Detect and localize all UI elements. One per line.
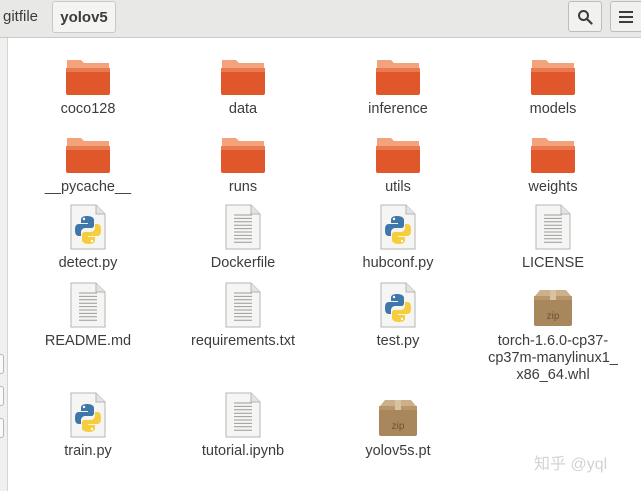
file-item[interactable]: data bbox=[173, 48, 313, 118]
file-name-label: LICENSE bbox=[521, 255, 585, 271]
folder-icon bbox=[531, 138, 575, 173]
hamburger-menu-icon bbox=[619, 10, 633, 23]
file-item[interactable]: hubconf.py bbox=[328, 202, 468, 272]
folder-icon bbox=[531, 60, 575, 95]
file-icon bbox=[62, 280, 114, 328]
folder-icon bbox=[66, 138, 110, 173]
sidebar[interactable] bbox=[0, 38, 8, 491]
file-name-label: hubconf.py bbox=[362, 255, 434, 271]
zip-archive-icon: zip bbox=[534, 290, 572, 326]
file-icon bbox=[372, 202, 424, 250]
folder-icon bbox=[66, 60, 110, 95]
file-name-label: __pycache__ bbox=[44, 179, 132, 195]
file-name-label: runs bbox=[228, 179, 258, 195]
file-item[interactable]: __pycache__ bbox=[18, 126, 158, 196]
folder-icon bbox=[376, 138, 420, 173]
file-name-line: torch-1.6.0-cp37- bbox=[497, 333, 609, 349]
file-item[interactable]: train.py bbox=[18, 390, 158, 460]
file-item[interactable]: test.py bbox=[328, 280, 468, 350]
search-icon bbox=[578, 9, 593, 25]
file-item[interactable]: inference bbox=[328, 48, 468, 118]
text-file-icon bbox=[535, 204, 571, 250]
svg-text:zip: zip bbox=[392, 421, 405, 432]
breadcrumb-current[interactable]: yolov5 bbox=[52, 1, 116, 33]
file-name-label: tutorial.ipynb bbox=[201, 443, 285, 459]
text-file-icon bbox=[70, 282, 106, 328]
file-item[interactable]: LICENSE bbox=[483, 202, 623, 272]
file-item[interactable]: detect.py bbox=[18, 202, 158, 272]
file-icon bbox=[217, 390, 269, 438]
file-name-label: Dockerfile bbox=[210, 255, 276, 271]
folder-icon bbox=[221, 138, 265, 173]
python-file-icon bbox=[380, 282, 416, 328]
file-icon bbox=[62, 48, 114, 96]
file-name-label: coco128 bbox=[60, 101, 116, 117]
file-item[interactable]: coco128 bbox=[18, 48, 158, 118]
file-name-label: detect.py bbox=[58, 255, 118, 271]
file-item[interactable]: tutorial.ipynb bbox=[173, 390, 313, 460]
file-icon bbox=[62, 126, 114, 174]
python-file-icon bbox=[70, 204, 106, 250]
python-file-icon bbox=[70, 392, 106, 438]
file-name-label: torch-1.6.0-cp37- cp37m-manylinux1_ x86_64… bbox=[478, 333, 628, 384]
file-name-label: requirements.txt bbox=[191, 333, 295, 349]
file-item[interactable]: Dockerfile bbox=[173, 202, 313, 272]
file-item[interactable]: models bbox=[483, 48, 623, 118]
file-item[interactable]: weights bbox=[483, 126, 623, 196]
file-name-label: inference bbox=[368, 101, 428, 117]
file-item[interactable]: requirements.txt bbox=[173, 280, 313, 350]
file-icon bbox=[217, 202, 269, 250]
file-icon bbox=[527, 126, 579, 174]
text-file-icon bbox=[225, 392, 261, 438]
file-name-label: utils bbox=[385, 179, 411, 195]
file-name-line: x86_64.whl bbox=[516, 367, 590, 383]
file-icon bbox=[372, 48, 424, 96]
file-name-label: README.md bbox=[44, 333, 132, 349]
folder-icon bbox=[376, 60, 420, 95]
python-file-icon bbox=[380, 204, 416, 250]
file-item[interactable]: zip torch-1.6.0-cp37- cp37m-manylinux1_ x86… bbox=[483, 280, 623, 384]
sidebar-handle[interactable] bbox=[0, 386, 4, 406]
text-file-icon bbox=[225, 204, 261, 250]
file-icon bbox=[372, 126, 424, 174]
folder-icon bbox=[221, 60, 265, 95]
zip-archive-icon: zip bbox=[379, 400, 417, 436]
file-item[interactable]: README.md bbox=[18, 280, 158, 350]
file-icon bbox=[372, 280, 424, 328]
file-name-label: train.py bbox=[64, 443, 112, 459]
file-item[interactable]: zip yolov5s.pt bbox=[328, 390, 468, 460]
menu-button[interactable] bbox=[610, 1, 641, 32]
file-name-label: data bbox=[228, 101, 258, 117]
file-icon bbox=[217, 48, 269, 96]
text-file-icon bbox=[225, 282, 261, 328]
file-name-line: cp37m-manylinux1_ bbox=[488, 350, 618, 366]
sidebar-handle[interactable] bbox=[0, 354, 4, 374]
svg-text:zip: zip bbox=[547, 311, 560, 322]
file-icon bbox=[62, 390, 114, 438]
file-icon bbox=[217, 280, 269, 328]
file-name-label: models bbox=[529, 101, 577, 117]
sidebar-handle[interactable] bbox=[0, 418, 4, 438]
file-name-label: yolov5s.pt bbox=[365, 443, 431, 459]
file-icon bbox=[62, 202, 114, 250]
file-icon bbox=[217, 126, 269, 174]
file-icon bbox=[527, 202, 579, 250]
path-bar: gitfile yolov5 bbox=[0, 0, 641, 38]
search-button[interactable] bbox=[568, 1, 602, 32]
file-icon: zip bbox=[372, 390, 424, 438]
file-item[interactable]: utils bbox=[328, 126, 468, 196]
file-icon bbox=[527, 48, 579, 96]
file-name-label: weights bbox=[528, 179, 578, 195]
file-name-label: test.py bbox=[376, 333, 420, 349]
watermark: 知乎 @yql bbox=[534, 456, 608, 473]
breadcrumb-gitfile[interactable]: gitfile bbox=[0, 1, 50, 33]
file-icon: zip bbox=[527, 280, 579, 328]
file-item[interactable]: runs bbox=[173, 126, 313, 196]
